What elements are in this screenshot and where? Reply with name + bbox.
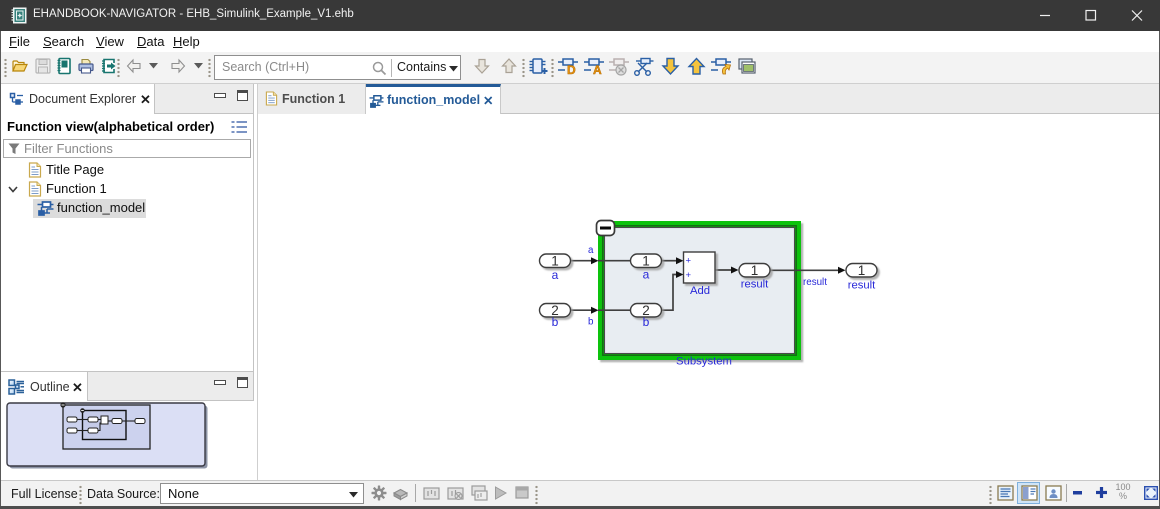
svg-text:1: 1 — [858, 263, 866, 278]
svg-text:b: b — [552, 315, 559, 329]
svg-text:Subsystem: Subsystem — [676, 356, 732, 368]
svg-text:Add: Add — [690, 285, 710, 297]
svg-text:result: result — [848, 280, 876, 292]
svg-text:result: result — [741, 279, 769, 291]
svg-text:1: 1 — [751, 263, 759, 278]
svg-text:result: result — [803, 277, 827, 288]
svg-text:a: a — [643, 268, 650, 282]
svg-text:1: 1 — [642, 254, 650, 269]
svg-text:b: b — [643, 315, 650, 329]
svg-text:A: A — [593, 63, 602, 76]
svg-text:b: b — [588, 317, 594, 328]
svg-text:+: + — [686, 256, 692, 267]
svg-text:+: + — [686, 270, 692, 281]
svg-text:D: D — [567, 63, 576, 76]
svg-text:1: 1 — [551, 254, 559, 269]
svg-text:a: a — [552, 268, 559, 282]
svg-text:a: a — [588, 245, 594, 256]
